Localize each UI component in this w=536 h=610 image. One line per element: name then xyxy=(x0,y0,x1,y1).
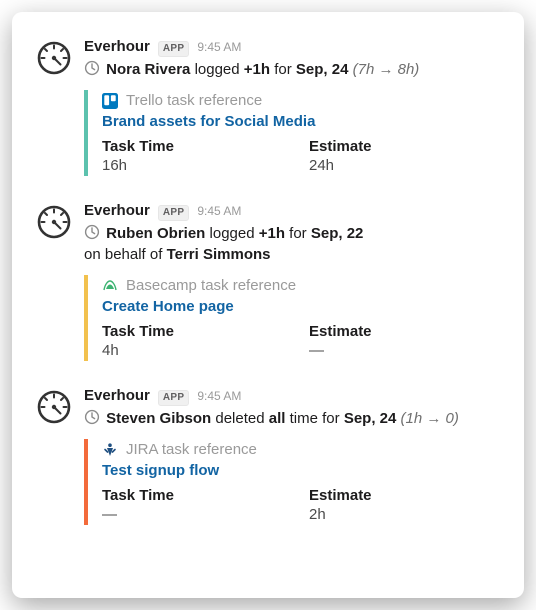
gauge-icon xyxy=(36,389,72,425)
message: Everhour APP 9:45 AM Ruben Obrien logged… xyxy=(36,202,496,361)
message-time: 9:45 AM xyxy=(197,389,241,403)
amount: +1h xyxy=(259,225,285,242)
task-link[interactable]: Test signup flow xyxy=(102,462,219,479)
amount: +1h xyxy=(244,61,270,78)
activity-line: Ruben Obrien logged +1h for Sep, 22 on b… xyxy=(84,224,496,265)
attachment: JIRA task reference Test signup flow Tas… xyxy=(84,439,496,525)
message-time: 9:45 AM xyxy=(197,204,241,218)
date: Sep, 24 xyxy=(296,61,349,78)
task-time-label: Task Time xyxy=(102,323,289,340)
estimate-label: Estimate xyxy=(309,323,496,340)
app-name[interactable]: Everhour xyxy=(84,387,150,405)
actor-name: Nora Rivera xyxy=(106,61,190,78)
actor-name: Ruben Obrien xyxy=(106,225,205,242)
gauge-icon xyxy=(36,40,72,76)
estimate-label: Estimate xyxy=(309,138,496,155)
date: Sep, 24 xyxy=(344,410,397,427)
app-avatar[interactable] xyxy=(36,40,72,76)
time-delta: (7h → 8h) xyxy=(353,61,420,78)
basecamp-icon xyxy=(102,277,118,293)
message: Everhour APP 9:45 AM Nora Rivera logged … xyxy=(36,38,496,176)
source-label: Trello task reference xyxy=(126,92,262,109)
task-time-value: 4h xyxy=(102,342,289,359)
estimate-value: 24h xyxy=(309,157,496,174)
estimate-value: — xyxy=(309,342,496,359)
trello-icon xyxy=(102,93,118,109)
app-badge: APP xyxy=(158,41,189,57)
clock-icon xyxy=(84,60,100,76)
clock-icon xyxy=(84,224,100,240)
message-time: 9:45 AM xyxy=(197,40,241,54)
date: Sep, 22 xyxy=(311,225,364,242)
time-delta: (1h → 0) xyxy=(401,410,459,427)
attachment: Trello task reference Brand assets for S… xyxy=(84,90,496,176)
activity-line: Steven Gibson deleted all time for Sep, … xyxy=(84,409,496,429)
task-time-value: 16h xyxy=(102,157,289,174)
gauge-icon xyxy=(36,204,72,240)
behalf-of: Terri Simmons xyxy=(167,246,271,263)
amount: all xyxy=(269,410,286,427)
task-link[interactable]: Brand assets for Social Media xyxy=(102,113,315,130)
jira-icon xyxy=(102,442,118,458)
attachment: Basecamp task reference Create Home page… xyxy=(84,275,496,361)
slack-message-panel: Everhour APP 9:45 AM Nora Rivera logged … xyxy=(12,12,524,598)
app-avatar[interactable] xyxy=(36,204,72,240)
task-time-label: Task Time xyxy=(102,138,289,155)
activity-line: Nora Rivera logged +1h for Sep, 24 (7h →… xyxy=(84,60,496,80)
app-name[interactable]: Everhour xyxy=(84,202,150,220)
app-avatar[interactable] xyxy=(36,389,72,425)
app-name[interactable]: Everhour xyxy=(84,38,150,56)
actor-name: Steven Gibson xyxy=(106,410,211,427)
app-badge: APP xyxy=(158,205,189,221)
source-label: Basecamp task reference xyxy=(126,277,296,294)
estimate-value: 2h xyxy=(309,506,496,523)
estimate-label: Estimate xyxy=(309,487,496,504)
clock-icon xyxy=(84,409,100,425)
task-time-value: — xyxy=(102,506,289,523)
task-link[interactable]: Create Home page xyxy=(102,298,234,315)
message: Everhour APP 9:45 AM Steven Gibson delet… xyxy=(36,387,496,525)
source-label: JIRA task reference xyxy=(126,441,257,458)
task-time-label: Task Time xyxy=(102,487,289,504)
app-badge: APP xyxy=(158,390,189,406)
